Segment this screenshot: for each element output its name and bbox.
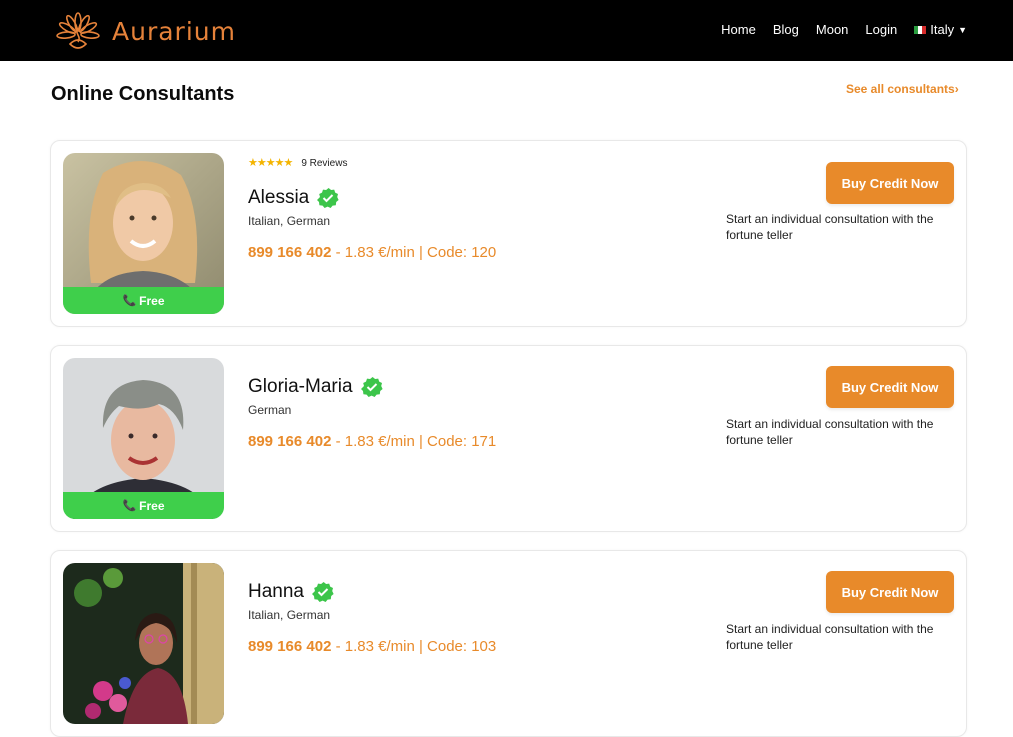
rate-and-code: - 1.83 €/min | Code: 171 [331, 433, 497, 450]
phone-number[interactable]: 899 166 402 [248, 433, 331, 450]
consultation-description: Start an individual consultation with th… [726, 212, 934, 242]
consultant-name[interactable]: Alessia [248, 187, 309, 209]
consultant-card: 📞 Free Gloria-Maria German 899 166 402 -… [50, 345, 967, 532]
consultation-description: Start an individual consultation with th… [726, 622, 934, 652]
caret-down-icon: ▼ [958, 24, 967, 35]
consultant-name-row: Alessia [248, 187, 339, 209]
verified-badge-icon [312, 582, 334, 602]
consultant-photo[interactable]: 📞 Free [63, 358, 224, 519]
consultant-name[interactable]: Gloria-Maria [248, 376, 353, 398]
consultant-photo[interactable]: 📞 Free [63, 153, 224, 314]
free-label: Free [139, 293, 165, 308]
verified-badge-icon [360, 377, 383, 397]
nav-blog-link[interactable]: Blog [773, 22, 799, 37]
consultant-price: 899 166 402 - 1.83 €/min | Code: 171 [248, 433, 496, 450]
brand-name: Aurarium [112, 16, 236, 46]
nav-home-link[interactable]: Home [721, 22, 756, 37]
nav-moon-link[interactable]: Moon [816, 22, 849, 37]
nav-login-link[interactable]: Login [865, 22, 897, 37]
consultant-languages: German [248, 403, 292, 417]
consultant-portrait-image [63, 563, 224, 724]
language-selector[interactable]: Italy ▼ [914, 22, 967, 37]
verified-badge-icon [317, 188, 339, 208]
phone-icon: 📞 [122, 295, 137, 307]
rate-and-code: - 1.83 €/min | Code: 103 [331, 638, 497, 655]
phone-icon: 📞 [122, 500, 137, 512]
free-label: Free [139, 498, 165, 513]
consultant-price: 899 166 402 - 1.83 €/min | Code: 103 [248, 638, 496, 655]
consultant-languages: Italian, German [248, 214, 331, 228]
free-call-badge: 📞 Free [63, 287, 224, 314]
italy-flag-icon [914, 25, 927, 34]
buy-credit-button[interactable]: Buy Credit Now [826, 571, 954, 613]
consultant-name[interactable]: Hanna [248, 581, 304, 603]
phone-number[interactable]: 899 166 402 [248, 638, 331, 655]
consultation-description: Start an individual consultation with th… [726, 417, 934, 447]
rate-and-code: - 1.83 €/min | Code: 120 [331, 244, 497, 261]
consultant-photo[interactable] [63, 563, 224, 724]
lotus-logo-icon [56, 12, 100, 49]
consultant-price: 899 166 402 - 1.83 €/min | Code: 120 [248, 244, 496, 261]
consultant-languages: Italian, German [248, 608, 331, 622]
brand-logo[interactable]: Aurarium [52, 8, 236, 54]
top-navbar: Aurarium Home Blog Moon Login Italy ▼ [0, 0, 1013, 61]
reviews-count[interactable]: 9 Reviews [301, 158, 347, 169]
buy-credit-button[interactable]: Buy Credit Now [826, 162, 954, 204]
phone-number[interactable]: 899 166 402 [248, 244, 331, 261]
consultant-name-row: Gloria-Maria [248, 376, 383, 398]
star-icon: ★★★★★ [248, 157, 293, 169]
see-all-consultants-link[interactable]: See all consultants› [846, 82, 959, 96]
page-title: Online Consultants [51, 83, 235, 105]
free-call-badge: 📞 Free [63, 492, 224, 519]
consultant-card: 📞 Free ★★★★★ 9 Reviews Alessia Italian, … [50, 140, 967, 327]
consultant-card: Hanna Italian, German 899 166 402 - 1.83… [50, 550, 967, 737]
language-label: Italy [930, 22, 955, 37]
consultant-name-row: Hanna [248, 581, 334, 603]
rating-stars: ★★★★★ 9 Reviews [248, 157, 347, 170]
main-nav: Home Blog Moon Login Italy ▼ [704, 22, 967, 37]
buy-credit-button[interactable]: Buy Credit Now [826, 366, 954, 408]
